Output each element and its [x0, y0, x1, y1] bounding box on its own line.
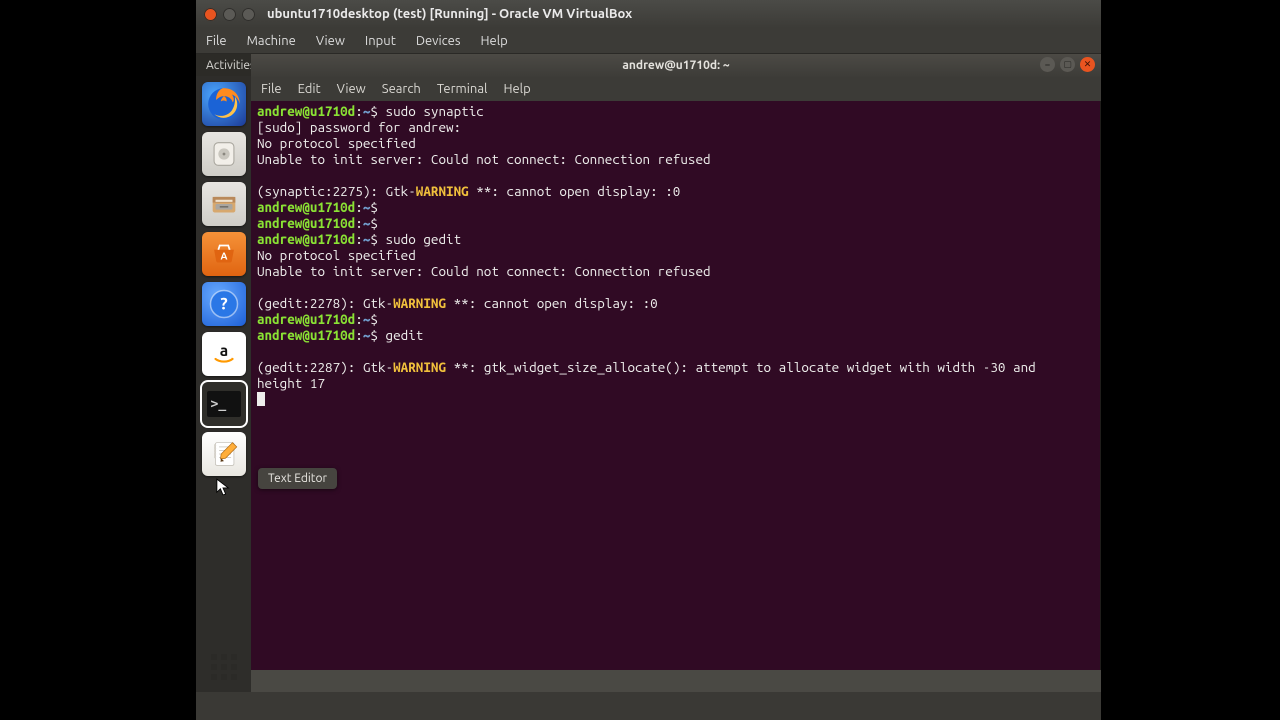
term-menu-search[interactable]: Search	[382, 82, 421, 96]
terminal-body[interactable]: andrew@u1710d:~$ sudo synaptic [sudo] pa…	[251, 101, 1101, 670]
term-menu-terminal[interactable]: Terminal	[437, 82, 488, 96]
maximize-icon[interactable]: ▢	[1060, 57, 1075, 72]
ubuntu-software-icon[interactable]: A	[202, 232, 246, 276]
text-editor-icon[interactable]	[202, 432, 246, 476]
vb-menu-view[interactable]: View	[316, 34, 345, 48]
vb-menu-input[interactable]: Input	[365, 34, 396, 48]
svg-text:?: ?	[220, 295, 227, 313]
terminal-titlebar[interactable]: andrew@u1710d: ~ – ▢ ✕	[251, 54, 1101, 77]
vb-menu-machine[interactable]: Machine	[247, 34, 296, 48]
vb-window-controls[interactable]	[204, 8, 255, 21]
help-icon[interactable]: ?	[202, 282, 246, 326]
term-menu-file[interactable]: File	[261, 82, 282, 96]
tooltip: Text Editor	[258, 468, 337, 489]
close-icon[interactable]: ✕	[1080, 57, 1095, 72]
term-menu-help[interactable]: Help	[503, 82, 530, 96]
terminal-icon[interactable]: >_	[202, 382, 246, 426]
files-icon[interactable]	[202, 182, 246, 226]
vb-menu-file[interactable]: File	[206, 34, 227, 48]
terminal-menubar[interactable]: File Edit View Search Terminal Help	[251, 77, 1101, 101]
vb-maximize-icon[interactable]	[242, 8, 255, 21]
vb-menubar[interactable]: File Machine View Input Devices Help	[196, 28, 1101, 54]
term-menu-edit[interactable]: Edit	[298, 82, 321, 96]
vb-titlebar[interactable]: ubuntu1710desktop (test) [Running] - Ora…	[196, 0, 1101, 28]
vb-menu-help[interactable]: Help	[481, 34, 508, 48]
firefox-icon[interactable]	[202, 82, 246, 126]
svg-text:A: A	[220, 251, 227, 262]
vb-title: ubuntu1710desktop (test) [Running] - Ora…	[267, 7, 632, 21]
term-menu-view[interactable]: View	[337, 82, 366, 96]
backups-icon[interactable]	[202, 132, 246, 176]
svg-text:a: a	[219, 341, 227, 359]
vb-menu-devices[interactable]: Devices	[416, 34, 461, 48]
vb-statusbar[interactable]	[196, 692, 1101, 720]
minimize-icon[interactable]: –	[1040, 57, 1055, 72]
vb-close-icon[interactable]	[204, 8, 217, 21]
terminal-title: andrew@u1710d: ~	[622, 59, 729, 72]
show-applications-icon[interactable]	[209, 652, 239, 682]
vb-minimize-icon[interactable]	[223, 8, 236, 21]
dock[interactable]: A ? a >_	[196, 76, 251, 692]
amazon-icon[interactable]: a	[202, 332, 246, 376]
terminal-window: andrew@u1710d: ~ – ▢ ✕ File Edit View Se…	[251, 54, 1101, 670]
guest-desktop: Activities Terminal ▾ Fri 23:05 ▾ andrew…	[196, 54, 1101, 692]
virtualbox-window: ubuntu1710desktop (test) [Running] - Ora…	[196, 0, 1101, 720]
activities-button[interactable]: Activities	[206, 59, 255, 72]
